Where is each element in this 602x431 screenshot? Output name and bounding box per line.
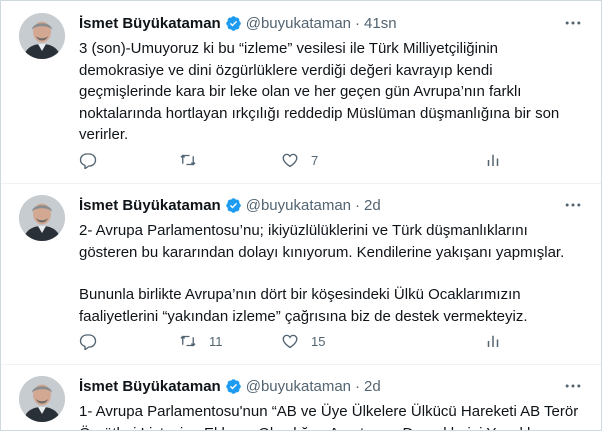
profile-photo [19, 376, 65, 422]
retweet-icon [180, 154, 196, 166]
more-icon[interactable] [563, 13, 583, 33]
timestamp[interactable]: 2d [364, 197, 381, 214]
timestamp[interactable]: 41sn [364, 15, 397, 32]
tweet-text: 2- Avrupa Parlamentosu’nu; ikiyüzlülükle… [79, 220, 584, 327]
tweet-paragraph: Bununla birlikte Avrupa’nın dört bir köş… [79, 286, 528, 325]
more-icon[interactable] [563, 195, 583, 215]
tweet-paragraph: 1- Avrupa Parlamentosu'nun “AB ve Üye Ül… [79, 403, 579, 430]
profile-photo [19, 13, 65, 59]
like-count: 15 [311, 333, 326, 349]
like-button[interactable]: 15 [281, 331, 325, 351]
username[interactable]: @buyukataman [246, 378, 351, 395]
tweet-header: İsmet Büyükataman @buyukataman · 41sn [79, 13, 397, 33]
heart-icon [282, 334, 298, 349]
avatar[interactable] [19, 376, 65, 422]
verified-badge-icon [225, 15, 241, 31]
retweet-icon [180, 335, 196, 347]
tweet-actions: 7 [79, 150, 519, 170]
reply-button[interactable] [79, 331, 109, 351]
separator: · [355, 196, 361, 214]
tweet-paragraph: 3 (son)-Umuyoruz ki bu “izleme” vesilesi… [79, 40, 560, 143]
tweet-text: 1- Avrupa Parlamentosu'nun “AB ve Üye Ül… [79, 401, 584, 430]
avatar[interactable] [19, 13, 65, 59]
reply-button[interactable] [79, 150, 109, 170]
analytics-button[interactable] [484, 150, 502, 170]
separator: · [355, 14, 361, 32]
more-icon[interactable] [563, 376, 583, 396]
analytics-button[interactable] [484, 331, 502, 351]
verified-badge-icon [225, 378, 241, 394]
reply-icon [79, 334, 97, 350]
timeline: İsmet Büyükataman @buyukataman · 41sn 3 … [0, 0, 602, 431]
display-name[interactable]: İsmet Büyükataman [79, 378, 221, 395]
analytics-icon [487, 335, 499, 347]
display-name[interactable]: İsmet Büyükataman [79, 197, 221, 214]
analytics-icon [487, 154, 499, 166]
like-button[interactable]: 7 [281, 150, 318, 170]
tweet[interactable]: İsmet Büyükataman @buyukataman · 2d 2- A… [1, 183, 601, 365]
retweet-count: 11 [209, 333, 223, 349]
profile-photo [19, 195, 65, 241]
username[interactable]: @buyukataman [246, 15, 351, 32]
timestamp[interactable]: 2d [364, 378, 381, 395]
reply-icon [79, 153, 97, 169]
display-name[interactable]: İsmet Büyükataman [79, 15, 221, 32]
tweet-paragraph: 2- Avrupa Parlamentosu’nu; ikiyüzlülükle… [79, 222, 565, 261]
tweet-header: İsmet Büyükataman @buyukataman · 2d [79, 376, 381, 396]
tweet-actions: 11 15 [79, 331, 519, 351]
tweet-text: 3 (son)-Umuyoruz ki bu “izleme” vesilesi… [79, 38, 584, 146]
heart-icon [282, 153, 298, 168]
tweet[interactable]: İsmet Büyükataman @buyukataman · 41sn 3 … [1, 1, 601, 184]
like-count: 7 [311, 152, 319, 168]
username[interactable]: @buyukataman [246, 197, 351, 214]
retweet-button[interactable]: 11 [179, 331, 223, 351]
separator: · [355, 377, 361, 395]
avatar[interactable] [19, 195, 65, 241]
retweet-button[interactable] [179, 150, 209, 170]
tweet-header: İsmet Büyükataman @buyukataman · 2d [79, 195, 381, 215]
verified-badge-icon [225, 197, 241, 213]
tweet[interactable]: İsmet Büyükataman @buyukataman · 2d 1- A… [1, 364, 601, 430]
